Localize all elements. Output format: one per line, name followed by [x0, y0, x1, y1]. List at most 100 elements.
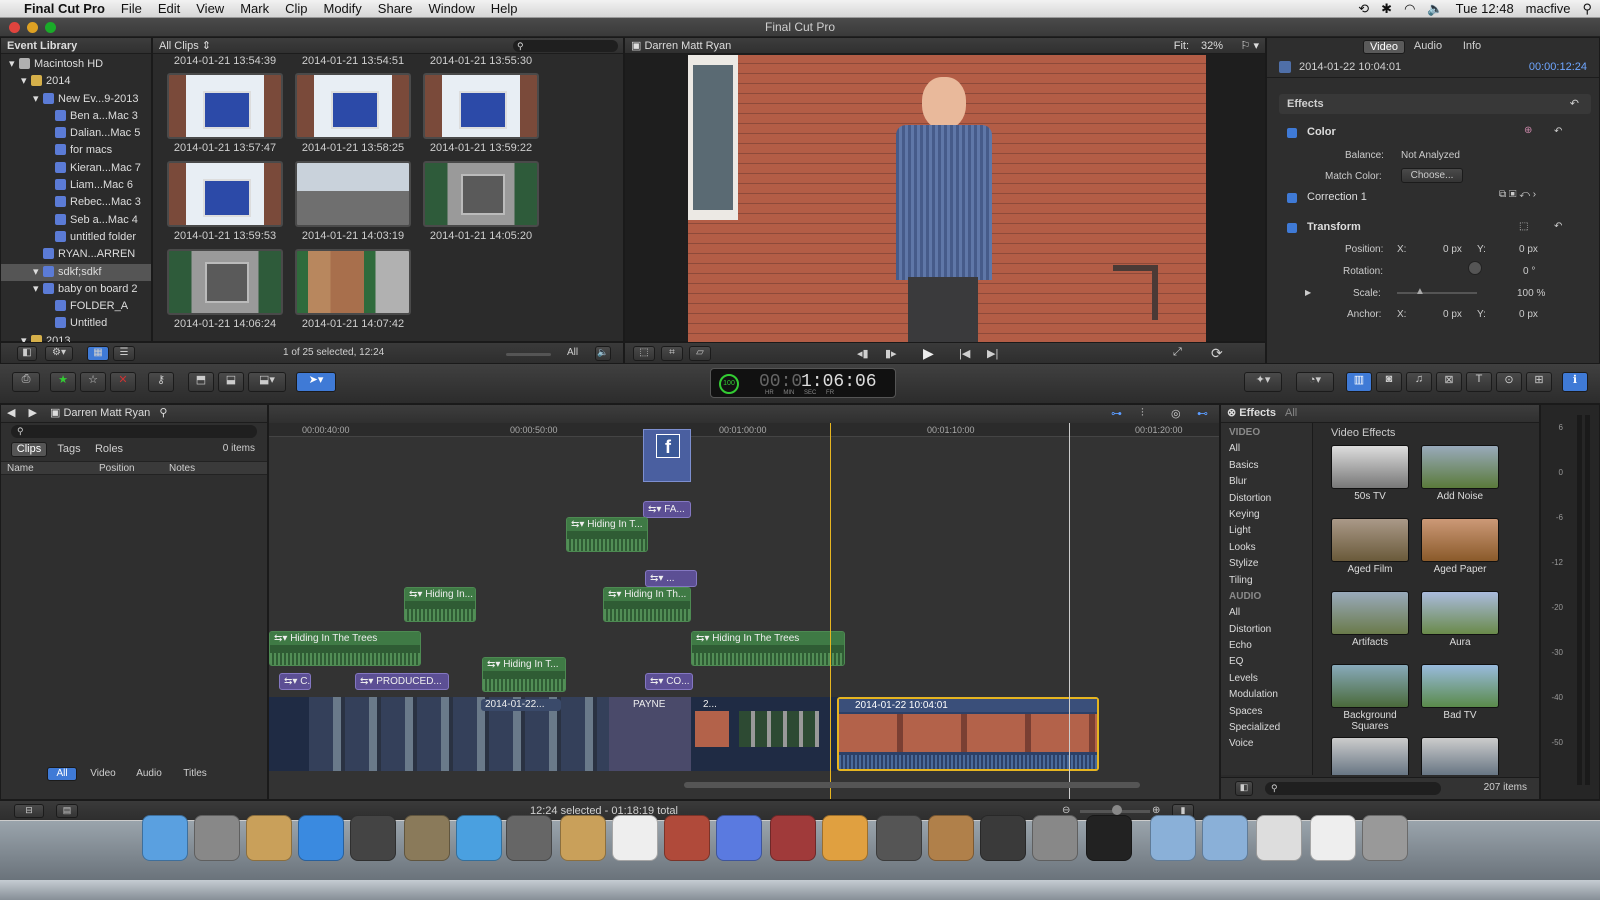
column-name[interactable]: Name: [7, 463, 34, 474]
next-frame-icon[interactable]: ▮▸: [885, 347, 897, 360]
play-icon[interactable]: ▶: [923, 345, 934, 362]
view-options-icon[interactable]: ⚐ ▾: [1241, 38, 1259, 54]
index-filter-video[interactable]: Video: [83, 767, 123, 781]
clip-thumbnail[interactable]: [423, 161, 539, 227]
library-tree-item[interactable]: Kieran...Mac 7: [1, 160, 151, 177]
effects-category-video[interactable]: Distortion: [1221, 491, 1312, 507]
facebook-title-clip[interactable]: f: [643, 429, 691, 482]
select-tool-arrow-icon[interactable]: ➤▾: [296, 372, 336, 392]
disclosure-triangle-icon[interactable]: ▾: [33, 281, 43, 298]
clip-thumbnail[interactable]: [295, 249, 411, 315]
effect-thumbnail[interactable]: [1331, 445, 1409, 489]
connect-clip-icon[interactable]: ⬒: [188, 372, 214, 392]
effects-sidebar-toggle-icon[interactable]: ◧: [1235, 781, 1253, 796]
library-tree-item[interactable]: RYAN...ARREN: [1, 246, 151, 263]
transform-enable-checkbox[interactable]: [1287, 223, 1297, 233]
clip-thumbnail[interactable]: [167, 161, 283, 227]
effects-category-audio[interactable]: Echo: [1221, 638, 1312, 654]
garageband-icon[interactable]: [928, 815, 974, 861]
clip-thumbnail[interactable]: [167, 73, 283, 139]
audio-clip[interactable]: ⇆▾ Hiding In T...: [566, 517, 648, 552]
music-browser-icon[interactable]: ♫: [1406, 372, 1432, 392]
viewer-crop-button[interactable]: ⌗: [661, 346, 683, 361]
index-search-field[interactable]: ⚲: [11, 425, 257, 438]
title-clip[interactable]: ⇆▾ ...: [645, 570, 697, 587]
volume-icon[interactable]: 🔈: [1427, 0, 1443, 18]
effect-thumbnail[interactable]: [1421, 591, 1499, 635]
effects-category-audio[interactable]: Spaces: [1221, 704, 1312, 720]
correction-board-icon[interactable]: ⧉ ▣ ↶ ›: [1499, 189, 1536, 200]
column-position[interactable]: Position: [99, 463, 135, 474]
library-tree-item[interactable]: Seb a...Mac 4: [1, 212, 151, 229]
playhead[interactable]: [1069, 423, 1070, 799]
effects-category-audio[interactable]: Modulation: [1221, 687, 1312, 703]
iphoto-icon[interactable]: [822, 815, 868, 861]
audio-skimming-icon[interactable]: ⫶: [1141, 407, 1144, 420]
trash-icon[interactable]: [1362, 815, 1408, 861]
effects-category-audio[interactable]: Distortion: [1221, 622, 1312, 638]
match-color-choose-button[interactable]: Choose...: [1401, 168, 1463, 183]
minimize-window-button[interactable]: [27, 22, 38, 33]
close-window-button[interactable]: [9, 22, 20, 33]
color-enable-checkbox[interactable]: [1287, 128, 1297, 138]
audio-toggle-icon[interactable]: 🔈: [595, 346, 611, 361]
primary-clip[interactable]: PAYNE2...: [699, 699, 729, 711]
library-tree-item[interactable]: Liam...Mac 6: [1, 177, 151, 194]
app-store-icon[interactable]: [298, 815, 344, 861]
effect-thumbnail[interactable]: [1421, 664, 1499, 708]
preview-icon[interactable]: [246, 815, 292, 861]
timeline-ruler[interactable]: 00:00:40:00 00:00:50:00 00:01:00:00 00:0…: [269, 423, 1219, 437]
timeline-forward-icon[interactable]: ▶: [29, 407, 41, 419]
launchpad-icon[interactable]: [194, 815, 240, 861]
time-machine-icon[interactable]: ⟲: [1358, 0, 1369, 18]
favorite-star-icon[interactable]: ★: [50, 372, 76, 392]
clip-appearance-icon[interactable]: ⊶: [1111, 407, 1122, 420]
themes-browser-icon[interactable]: ⊞: [1526, 372, 1552, 392]
project-settings-icon[interactable]: ⚲: [159, 407, 167, 419]
clip-thumbnail[interactable]: [423, 73, 539, 139]
index-tab-roles[interactable]: Roles: [91, 442, 127, 457]
library-tree-item[interactable]: ▾ sdkf;sdkf: [1, 263, 151, 281]
timeline[interactable]: ⊶ ⫶ ◎ ⊷ 00:00:40:00 00:00:50:00 00:01:00…: [268, 404, 1220, 800]
index-filter-audio[interactable]: Audio: [129, 767, 169, 781]
effect-thumbnail[interactable]: [1331, 664, 1409, 708]
menu-file[interactable]: File: [113, 0, 150, 18]
effects-category-video[interactable]: Tiling: [1221, 573, 1312, 589]
transform-reset-icon[interactable]: ↶: [1554, 221, 1562, 232]
title-clip[interactable]: ⇆▾ C.: [279, 673, 311, 690]
menu-window[interactable]: Window: [421, 0, 483, 18]
effects-category-video[interactable]: All: [1221, 441, 1312, 457]
menu-clip[interactable]: Clip: [277, 0, 315, 18]
solo-icon[interactable]: ◎: [1171, 407, 1181, 420]
loop-playback-icon[interactable]: ⟳: [1211, 345, 1223, 362]
audio-clip[interactable]: ⇆▾ Hiding In...: [404, 587, 476, 622]
menu-help[interactable]: Help: [483, 0, 526, 18]
title-clip[interactable]: ⇆▾ CO...: [645, 673, 693, 690]
audio-clip[interactable]: ⇆▾ Hiding In The Trees: [269, 631, 421, 666]
import-media-icon[interactable]: ⎙: [12, 372, 40, 392]
wifi-icon[interactable]: ◠: [1404, 0, 1415, 18]
disclosure-triangle-icon[interactable]: ▾: [21, 73, 31, 90]
index-tab-tags[interactable]: Tags: [51, 442, 87, 457]
anchor-x-value[interactable]: 0 px: [1443, 309, 1462, 320]
viewer-frame[interactable]: [688, 55, 1206, 343]
transitions-browser-icon[interactable]: ⊠: [1436, 372, 1462, 392]
effects-category-audio[interactable]: Specialized: [1221, 720, 1312, 736]
title-clip[interactable]: ⇆▾ PRODUCED...: [355, 673, 449, 690]
effects-category-audio[interactable]: EQ: [1221, 654, 1312, 670]
scale-value[interactable]: 100 %: [1517, 288, 1545, 299]
effects-category-video[interactable]: Basics: [1221, 458, 1312, 474]
bluetooth-icon[interactable]: ✱: [1381, 0, 1392, 18]
menu-view[interactable]: View: [188, 0, 232, 18]
go-to-end-icon[interactable]: ▶|: [987, 347, 998, 360]
scale-slider-knob-icon[interactable]: ▲: [1415, 286, 1425, 297]
scale-slider[interactable]: [1397, 292, 1477, 294]
previous-frame-icon[interactable]: ◂▮: [857, 347, 869, 360]
fit-zoom-value[interactable]: 32%: [1201, 38, 1223, 54]
dashboard-icon[interactable]: [350, 815, 396, 861]
timeline-back-icon[interactable]: ◀: [7, 407, 19, 419]
timeline-scrollbar[interactable]: [684, 782, 1140, 788]
generators-browser-icon[interactable]: ⊙: [1496, 372, 1522, 392]
title-clip[interactable]: ⇆▾ FA...: [643, 501, 691, 518]
library-tree-item[interactable]: ▾ Macintosh HD: [1, 56, 151, 73]
